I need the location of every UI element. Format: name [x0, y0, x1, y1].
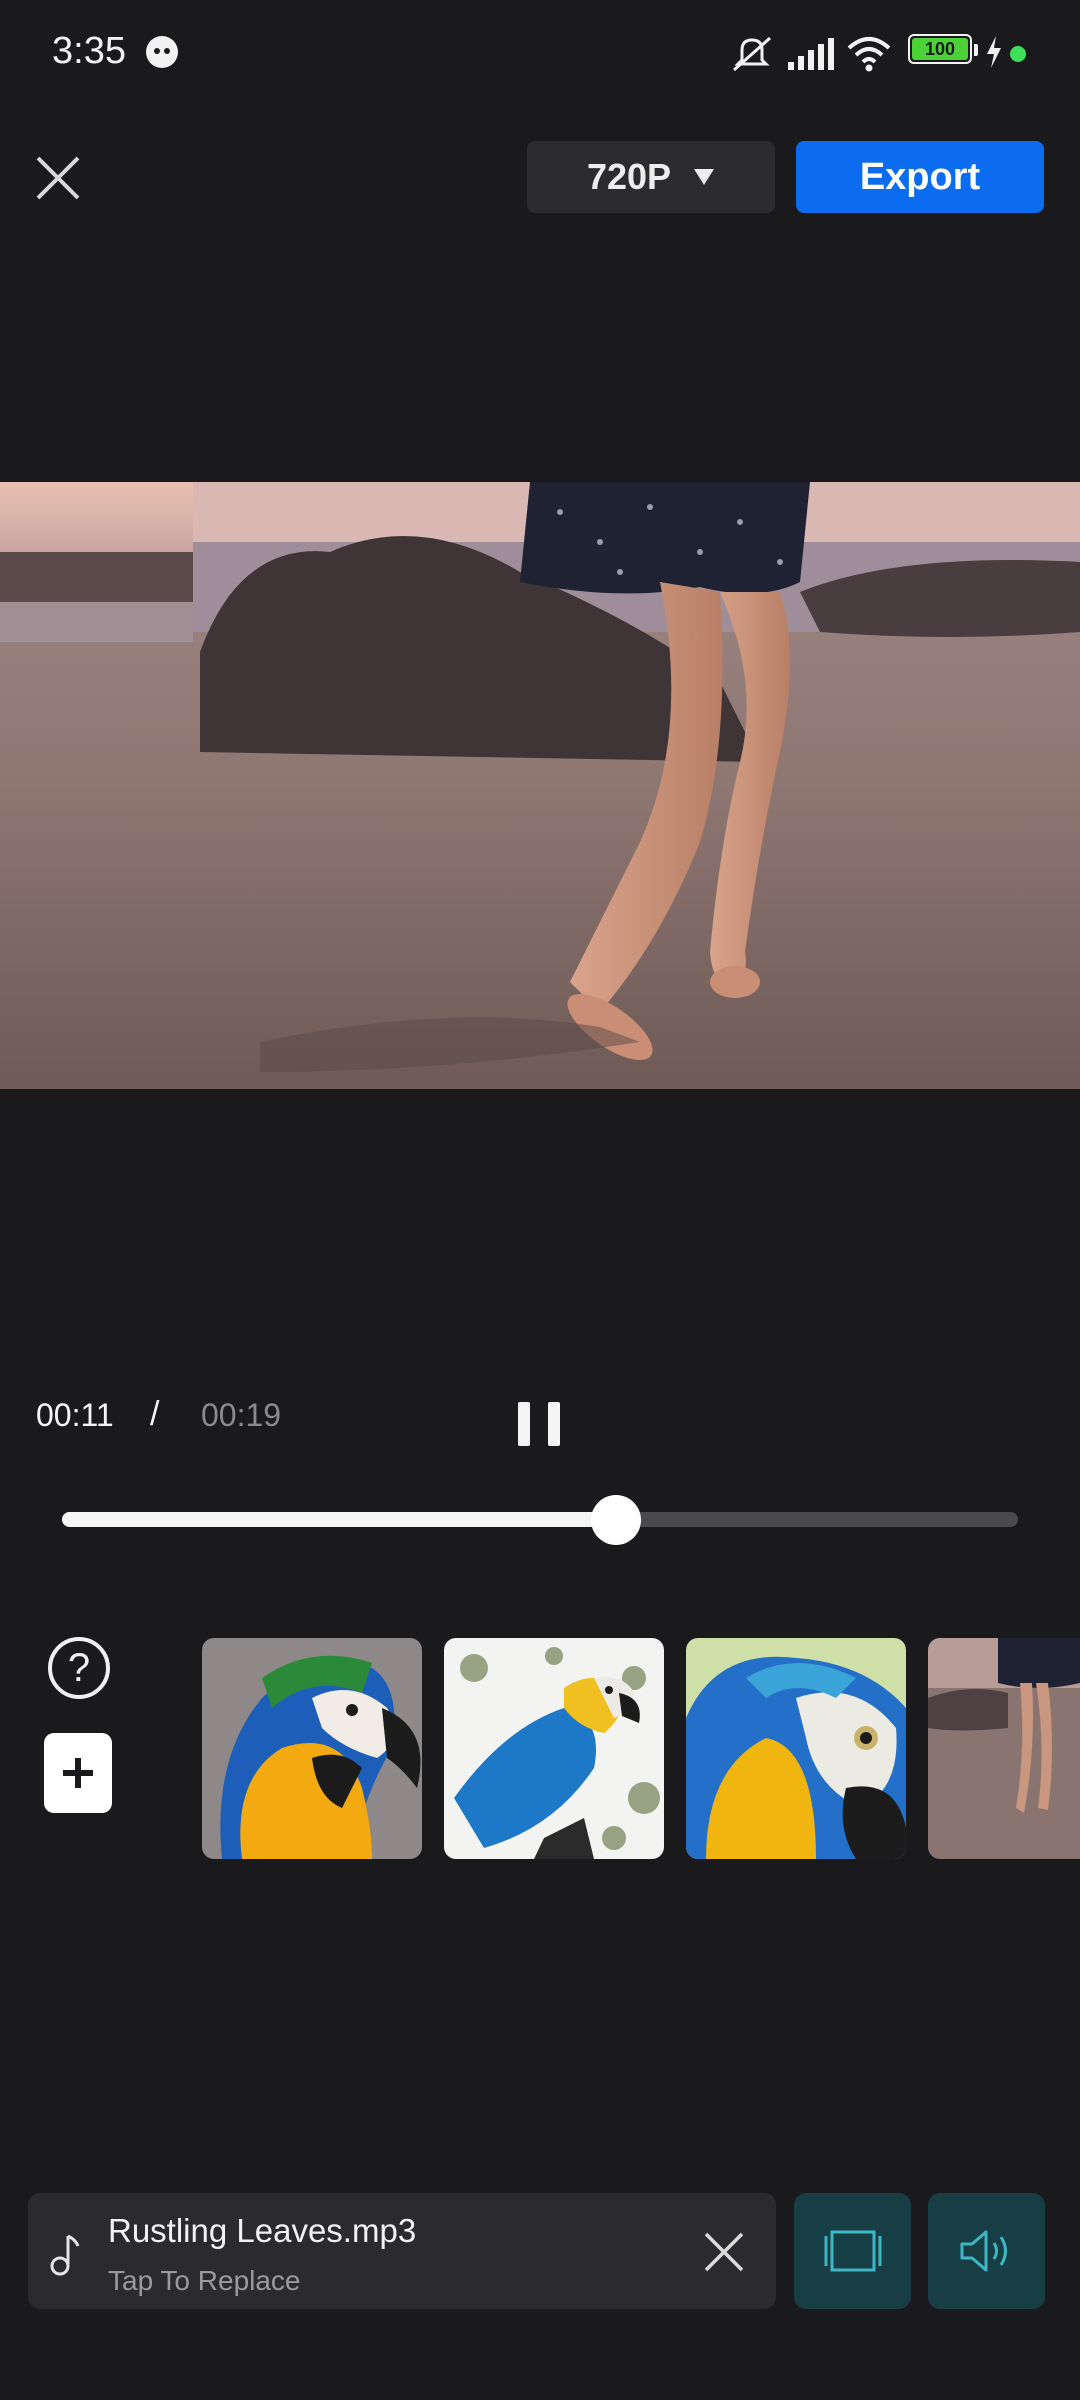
battery-level: 100 [912, 38, 968, 60]
close-button[interactable] [28, 148, 88, 208]
video-preview[interactable] [0, 482, 1080, 1089]
clip-beach[interactable] [928, 1638, 1080, 1859]
pause-button[interactable] [518, 1402, 560, 1446]
help-button[interactable]: ? [48, 1637, 110, 1699]
time-separator: / [150, 1395, 160, 1433]
seek-progress [62, 1512, 616, 1527]
active-dot-icon [1010, 46, 1026, 62]
clip-parrot-3[interactable] [686, 1638, 906, 1859]
clip-parrot-1[interactable] [202, 1638, 422, 1859]
speaker-icon [960, 2230, 1007, 2272]
remove-music-button[interactable] [700, 2228, 748, 2276]
wifi-icon [847, 37, 891, 72]
battery-tip [974, 44, 978, 56]
status-time: 3:35 [52, 30, 126, 72]
total-time: 00:19 [201, 1397, 282, 1433]
frame-icon [824, 2230, 881, 2272]
canvas-ratio-button[interactable] [794, 2193, 911, 2309]
music-note-icon [50, 2234, 80, 2276]
music-title: Rustling Leaves.mp3 [108, 2212, 417, 2249]
current-time: 00:11 [36, 1397, 114, 1433]
plus-icon [63, 1758, 93, 1788]
resolution-dropdown[interactable]: 720P [527, 141, 775, 213]
resolution-label: 720P [586, 156, 672, 197]
triangle-down-icon [694, 169, 715, 185]
close-icon [704, 2232, 744, 2272]
battery-icon: 100 [908, 34, 972, 64]
add-clip-button[interactable] [44, 1733, 112, 1813]
export-button[interactable]: Export [796, 141, 1044, 213]
clip-parrot-2[interactable] [444, 1638, 664, 1859]
notification-face-icon [146, 36, 178, 68]
pause-icon-bar [548, 1402, 560, 1446]
volume-button[interactable] [928, 2193, 1045, 2309]
music-replace-hint[interactable]: Tap To Replace [108, 2265, 301, 2297]
seek-thumb[interactable] [591, 1495, 641, 1545]
signal-icon [788, 38, 834, 70]
mute-icon [733, 36, 771, 72]
pause-icon [518, 1402, 530, 1446]
charging-icon [987, 36, 1001, 68]
close-icon [36, 156, 80, 200]
